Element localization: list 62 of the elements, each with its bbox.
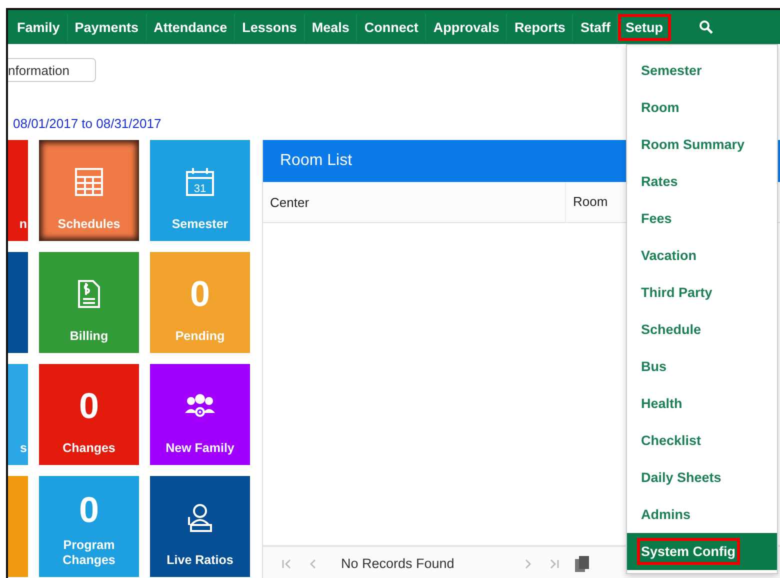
date-range: 08/01/2017 to 08/31/2017	[12, 116, 162, 132]
tile-label: New Family	[166, 441, 234, 457]
panel-title: Room List	[280, 152, 352, 170]
dashboard-tile[interactable]: Live Ratios	[150, 476, 250, 577]
tile-label: Semester	[172, 217, 228, 233]
menu-item[interactable]: Room	[627, 89, 777, 126]
dashboard-tile[interactable]: 0 Changes	[39, 364, 139, 465]
menu-item[interactable]: Admins	[627, 496, 777, 533]
column-header[interactable]: Room	[565, 182, 608, 222]
tile-count: 0	[78, 492, 100, 528]
tile-label: Program Changes	[62, 538, 116, 569]
menu-item[interactable]: Checklist	[627, 422, 777, 459]
last-page-icon[interactable]	[548, 558, 560, 570]
dashboard-tile[interactable]: Schedules	[39, 140, 139, 241]
column-header[interactable]: Center	[263, 194, 565, 210]
people-icon	[184, 392, 216, 419]
nav-item[interactable]: Attendance	[146, 14, 236, 40]
menu-item[interactable]: Room Summary	[627, 126, 777, 163]
nav-item[interactable]: Lessons	[235, 14, 305, 40]
menu-item[interactable]: Rates	[627, 163, 777, 200]
copy-icon[interactable]	[574, 554, 590, 572]
tile-count: 0	[190, 276, 210, 312]
dashboard-tile[interactable]: n	[8, 140, 28, 241]
dashboard-tile[interactable]: 0 Program Changes	[39, 476, 139, 577]
dashboard-tile[interactable]: 31 Semester	[150, 140, 250, 241]
menu-item[interactable]: Schedule	[627, 311, 777, 348]
information-button[interactable]: nformation	[8, 58, 96, 82]
nav-item[interactable]: Payments	[68, 14, 147, 40]
nav-item[interactable]: Approvals	[426, 14, 508, 40]
person-desk-icon	[186, 502, 214, 533]
menu-item[interactable]: Fees	[627, 200, 777, 237]
tile-label: Schedules	[58, 217, 120, 233]
invoice-icon	[76, 278, 102, 309]
first-page-icon[interactable]	[281, 558, 293, 570]
tile-label: Live Ratios	[166, 553, 234, 569]
nav-item[interactable]: Meals	[304, 14, 358, 40]
dashboard-tile[interactable]	[8, 476, 28, 577]
tile-label: Changes	[62, 441, 116, 457]
menu-item[interactable]: Vacation	[627, 237, 777, 274]
nav-item[interactable]: Connect	[357, 14, 426, 40]
menu-item[interactable]: System Config	[627, 533, 777, 570]
dashboard-tile[interactable]: New Family	[150, 364, 250, 465]
tile-label: n	[19, 217, 27, 233]
tile-count: 0	[78, 388, 100, 424]
nav-item[interactable]: Staff	[573, 14, 618, 40]
empty-message: No Records Found	[341, 556, 454, 571]
nav-item[interactable]: Setup	[618, 14, 671, 40]
menu-item[interactable]: Third Party	[627, 274, 777, 311]
calendar-grid-icon	[74, 166, 104, 197]
tile-label: Billing	[70, 329, 108, 345]
menu-item[interactable]: Daily Sheets	[627, 459, 777, 496]
tile-label: Pending	[175, 329, 225, 345]
menu-item[interactable]: Bus	[627, 348, 777, 385]
menu-item[interactable]: Semester	[627, 52, 777, 89]
tile-label: s	[20, 441, 27, 457]
nav-item[interactable]: Reports	[507, 14, 574, 40]
nav-item[interactable]: Family	[10, 14, 68, 40]
dashboard-tile[interactable]	[8, 252, 28, 353]
dashboard-tile[interactable]: s	[8, 364, 28, 465]
menu-item[interactable]: Health	[627, 385, 777, 422]
search-icon[interactable]	[698, 20, 713, 34]
dashboard-tile[interactable]: Billing	[39, 252, 139, 353]
